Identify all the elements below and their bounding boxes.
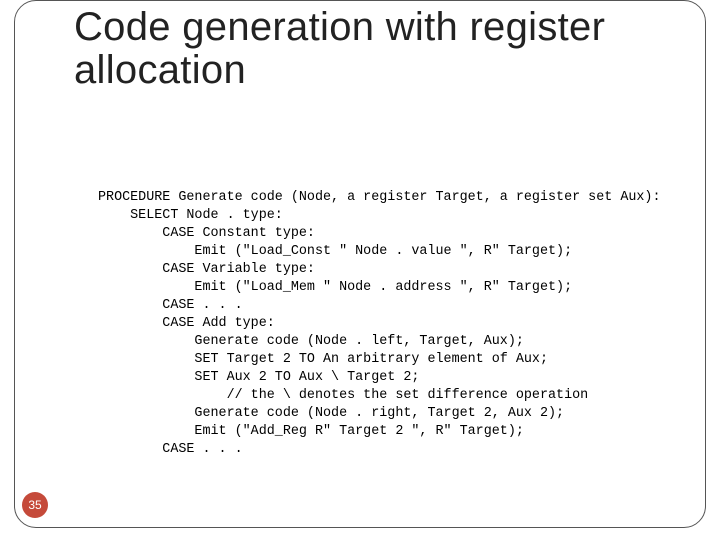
slide: Code generation with register allocation…: [0, 0, 720, 540]
page-number-badge: 35: [22, 492, 48, 518]
code-block: PROCEDURE Generate code (Node, a registe…: [98, 189, 710, 458]
page-number: 35: [28, 498, 41, 512]
slide-title: Code generation with register allocation: [74, 6, 720, 92]
